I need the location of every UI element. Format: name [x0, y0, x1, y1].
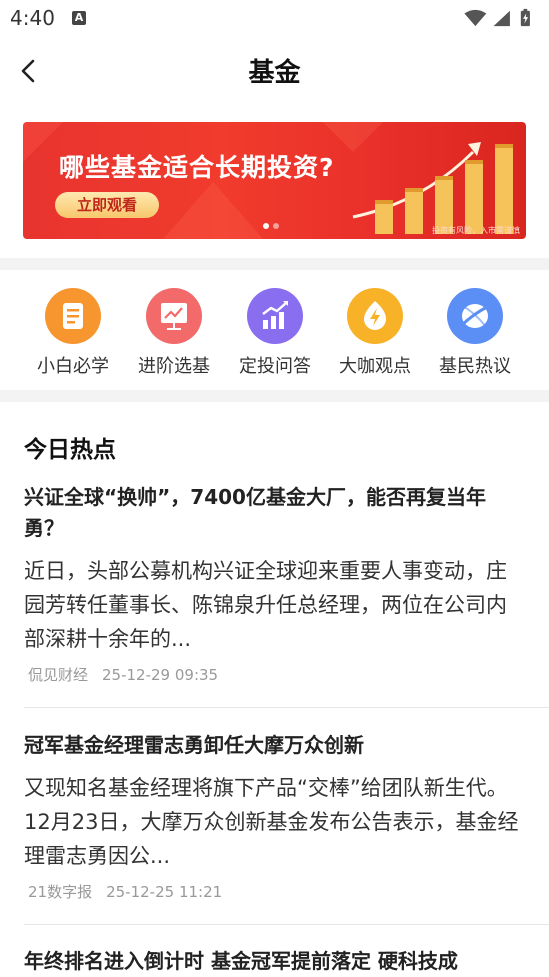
watch-now-button[interactable]: 立即观看 [55, 192, 159, 218]
news-time: 25-12-25 11:21 [106, 883, 223, 901]
news-time: 25-12-29 09:35 [102, 666, 219, 684]
presentation-chart-icon [146, 288, 202, 344]
news-source: 侃见财经 [28, 666, 89, 684]
shortcut-community[interactable]: 基民热议 [425, 288, 525, 378]
shortcut-label: 定投问答 [239, 356, 311, 377]
app-header: 基金 [0, 38, 549, 104]
system-status-icons [464, 8, 530, 27]
news-summary: 又现知名基金经理将旗下产品“交棒”给团队新生代。12月23日，大摩万众创新基金发… [24, 776, 519, 868]
news-title: 年终排名进入倒计时 基金冠军提前落定 硬科技成 [24, 949, 458, 973]
news-summary: 近日，头部公募机构兴证全球迎来重要人事变动，庄园芳转任董事长、陈锦泉升任总经理，… [24, 559, 507, 651]
news-meta: 21数字报 25-12-25 11:21 [24, 881, 524, 902]
news-title: 冠军基金经理雷志勇卸任大摩万众创新 [24, 733, 364, 757]
notification-a-icon: A [72, 11, 86, 25]
news-title: 兴证全球“换帅”，7400亿基金大厂，能否再复当年勇？ [24, 485, 486, 540]
news-source: 21数字报 [28, 883, 93, 901]
status-bar: 4:40 A [0, 0, 549, 38]
section-divider [0, 390, 549, 402]
page-title: 基金 [248, 58, 301, 88]
shortcut-expert-views[interactable]: 大咖观点 [325, 288, 425, 378]
item-separator [24, 707, 549, 708]
shortcut-label: 大咖观点 [339, 356, 411, 377]
shortcut-advanced[interactable]: 进阶选基 [124, 288, 224, 378]
shortcut-grid: 小白必学 进阶选基 定投问答 大咖观点 基民热议 [0, 270, 549, 390]
shortcut-fixed-investment[interactable]: 定投问答 [225, 288, 325, 378]
notebook-icon [45, 288, 101, 344]
shortcut-label: 进阶选基 [138, 356, 210, 377]
banner-dot-active[interactable] [263, 223, 269, 229]
news-meta: 侃见财经 25-12-29 09:35 [24, 664, 524, 685]
shortcut-label: 小白必学 [37, 356, 109, 377]
signal-icon [493, 10, 510, 27]
lightning-icon [347, 288, 403, 344]
banner-pagination[interactable] [263, 214, 283, 233]
section-title: 今日热点 [24, 437, 116, 463]
status-time: 4:40 [10, 6, 55, 30]
news-item[interactable]: 冠军基金经理雷志勇卸任大摩万众创新 又现知名基金经理将旗下产品“交棒”给团队新生… [24, 730, 524, 902]
promo-banner[interactable]: 哪些基金适合长期投资? 立即观看 投资有风险，入市需谨慎 [23, 122, 526, 239]
wifi-icon [464, 9, 487, 27]
risk-disclaimer: 投资有风险，入市需谨慎 [432, 226, 520, 235]
section-divider [0, 258, 549, 270]
item-separator [24, 924, 549, 925]
news-item[interactable]: 年终排名进入倒计时 基金冠军提前落定 硬科技成 [24, 946, 524, 977]
chat-bubbles-icon [447, 288, 503, 344]
shortcut-label: 基民热议 [439, 356, 511, 377]
news-item[interactable]: 兴证全球“换帅”，7400亿基金大厂，能否再复当年勇？ 近日，头部公募机构兴证全… [24, 482, 524, 685]
growth-chart-icon [247, 288, 303, 344]
banner-headline: 哪些基金适合长期投资? [59, 153, 335, 182]
shortcut-beginner[interactable]: 小白必学 [23, 288, 123, 378]
banner-dot[interactable] [273, 223, 279, 229]
